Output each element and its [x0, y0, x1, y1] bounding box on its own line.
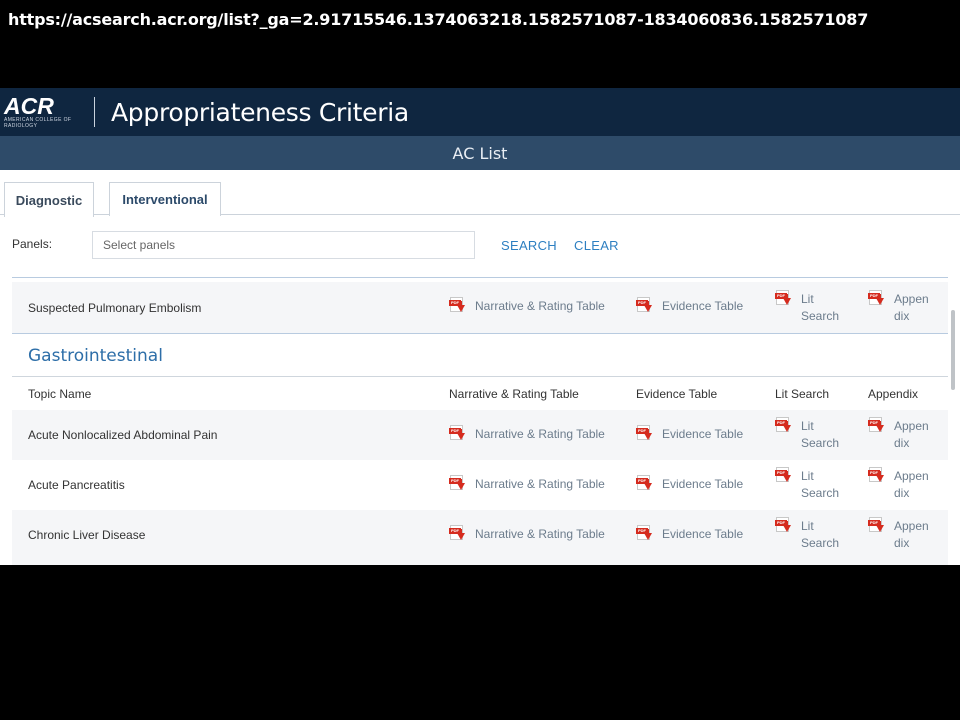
evidence-link[interactable]: PDF Evidence Table	[636, 475, 744, 493]
acr-logo[interactable]: ACR AMERICAN COLLEGE OF RADIOLOGY	[4, 94, 76, 130]
pdf-icon: PDF	[868, 517, 885, 535]
lit-line1: Lit	[801, 519, 814, 533]
narrative-link-label: Narrative & Rating Table	[475, 527, 605, 541]
pdf-icon: PDF	[636, 475, 653, 493]
pdf-icon: PDF	[868, 467, 885, 485]
app-line1: Appen	[894, 469, 929, 483]
lit-search-link[interactable]: PDF Lit Search	[775, 517, 840, 552]
appendix-link[interactable]: PDF Appen dix	[868, 467, 929, 502]
narrative-link-label: Narrative & Rating Table	[475, 299, 605, 313]
pdf-icon: PDF	[868, 417, 885, 435]
narrative-link-label: Narrative & Rating Table	[475, 427, 605, 441]
evidence-link[interactable]: PDF Evidence Table	[636, 425, 744, 443]
evidence-link-label: Evidence Table	[662, 477, 744, 491]
evidence-link[interactable]: PDF Evidence Table	[636, 297, 744, 315]
panels-label: Panels:	[12, 237, 53, 251]
evidence-link-label: Evidence Table	[662, 527, 744, 541]
narrative-link[interactable]: PDF Narrative & Rating Table	[449, 425, 605, 443]
lit-line1: Lit	[801, 469, 814, 483]
search-button[interactable]: SEARCH	[501, 238, 557, 253]
table-row: Acute Nonlocalized Abdominal Pain PDF Na…	[12, 410, 948, 460]
pdf-icon: PDF	[449, 525, 466, 543]
app-line2: dix	[894, 486, 910, 500]
pdf-icon: PDF	[449, 297, 466, 315]
tab-diagnostic[interactable]: Diagnostic	[4, 182, 94, 217]
pdf-icon: PDF	[868, 290, 885, 308]
tab-interventional[interactable]: Interventional	[109, 182, 221, 216]
narrative-link[interactable]: PDF Narrative & Rating Table	[449, 475, 605, 493]
lit-line1: Lit	[801, 292, 814, 306]
clear-button[interactable]: CLEAR	[574, 238, 619, 253]
pdf-icon: PDF	[449, 425, 466, 443]
table-row: Chronic Liver Disease PDF Narrative & Ra…	[12, 510, 948, 565]
page-title: AC List	[452, 143, 508, 163]
subheader-bar: AC List	[0, 136, 960, 170]
app-title: Appropriateness Criteria	[111, 97, 409, 127]
column-header: Topic Name	[28, 387, 92, 401]
app-window: ACR AMERICAN COLLEGE OF RADIOLOGY Approp…	[0, 88, 960, 565]
narrative-link[interactable]: PDF Narrative & Rating Table	[449, 525, 605, 543]
pdf-icon: PDF	[775, 467, 792, 485]
topic-list: Suspected Pulmonary Embolism PDF Narrati…	[12, 277, 948, 565]
topic-name[interactable]: Acute Nonlocalized Abdominal Pain	[28, 428, 217, 442]
topic-name[interactable]: Chronic Liver Disease	[28, 528, 145, 542]
app-line2: dix	[894, 436, 910, 450]
lit-line2: Search	[801, 436, 840, 450]
pdf-icon: PDF	[775, 417, 792, 435]
evidence-link-label: Evidence Table	[662, 299, 744, 313]
url-caption: https://acsearch.acr.org/list?_ga=2.9171…	[0, 0, 960, 88]
lit-line2: Search	[801, 309, 840, 323]
pdf-icon: PDF	[636, 297, 653, 315]
panels-select-input[interactable]	[92, 231, 475, 259]
appendix-link[interactable]: PDF Appen dix	[868, 417, 929, 452]
lit-line2: Search	[801, 536, 840, 550]
header-divider	[94, 97, 95, 127]
pdf-icon: PDF	[636, 425, 653, 443]
column-header: Evidence Table	[636, 387, 718, 401]
pdf-icon: PDF	[775, 517, 792, 535]
column-header: Lit Search	[775, 387, 830, 401]
app-line2: dix	[894, 536, 910, 550]
app-line2: dix	[894, 309, 910, 323]
site-header: ACR AMERICAN COLLEGE OF RADIOLOGY Approp…	[0, 88, 960, 136]
table-row: Acute Pancreatitis PDF Narrative & Ratin…	[12, 460, 948, 510]
logo-mark: ACR	[4, 93, 54, 119]
lit-search-link[interactable]: PDF Lit Search	[775, 417, 840, 452]
evidence-link[interactable]: PDF Evidence Table	[636, 525, 744, 543]
column-header: Appendix	[868, 387, 919, 401]
pdf-icon: PDF	[449, 475, 466, 493]
filter-row: Panels: SEARCH CLEAR	[0, 215, 960, 277]
lit-search-link[interactable]: PDF Lit Search	[775, 290, 840, 325]
app-line1: Appen	[894, 519, 929, 533]
lit-line2: Search	[801, 486, 840, 500]
logo-sub-line2: RADIOLOGY	[4, 123, 38, 129]
table-row: Suspected Pulmonary Embolism PDF Narrati…	[12, 282, 948, 333]
appendix-link[interactable]: PDF Appen dix	[868, 517, 929, 552]
evidence-link-label: Evidence Table	[662, 427, 744, 441]
scrollbar-thumb[interactable]	[951, 310, 955, 390]
column-header-row: Topic Name Narrative & Rating Table Evid…	[12, 376, 948, 410]
tab-bar: Diagnostic Interventional	[0, 170, 960, 217]
app-line1: Appen	[894, 292, 929, 306]
appendix-link[interactable]: PDF Appen dix	[868, 290, 929, 325]
lit-line1: Lit	[801, 419, 814, 433]
lit-search-link[interactable]: PDF Lit Search	[775, 467, 840, 502]
narrative-link-label: Narrative & Rating Table	[475, 477, 605, 491]
topic-name[interactable]: Acute Pancreatitis	[28, 478, 125, 492]
pdf-icon: PDF	[636, 525, 653, 543]
section-title: Gastrointestinal	[28, 346, 163, 366]
pdf-icon: PDF	[775, 290, 792, 308]
narrative-link[interactable]: PDF Narrative & Rating Table	[449, 297, 605, 315]
topic-name: Suspected Pulmonary Embolism	[28, 300, 202, 315]
section-header: Gastrointestinal	[12, 333, 948, 376]
app-line1: Appen	[894, 419, 929, 433]
column-header: Narrative & Rating Table	[449, 387, 579, 401]
